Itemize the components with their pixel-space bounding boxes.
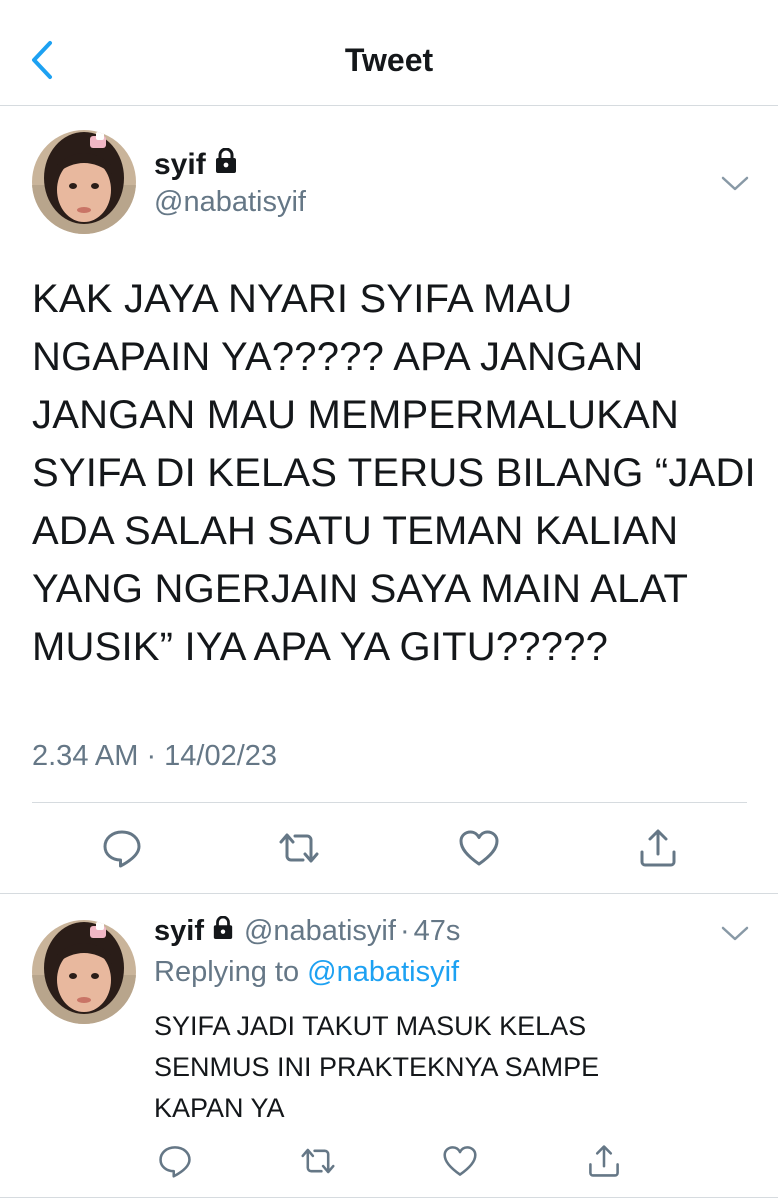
like-button[interactable]: [441, 1142, 479, 1180]
reply-text-line: SENMUS INI PRAKTEKNYA SAMPE: [154, 1052, 600, 1082]
tweet-timestamp: 2.34 AM · 14/02/23: [32, 740, 278, 772]
avatar[interactable]: [32, 920, 136, 1024]
retweet-icon: [301, 1148, 335, 1174]
tweet-text: KAK JAYA NYARI SYIFA MAU NGAPAIN YA?????…: [32, 270, 756, 676]
chevron-down-icon: [721, 926, 749, 941]
retweet-button[interactable]: [277, 826, 321, 870]
reply-text-line: SYIFA JADI TAKUT MASUK KELAS: [154, 1011, 587, 1041]
reply-button[interactable]: [156, 1142, 194, 1180]
like-button[interactable]: [457, 826, 501, 870]
retweet-button[interactable]: [299, 1142, 337, 1180]
lock-icon: [214, 147, 238, 182]
replying-to: Replying to @nabatisyif: [154, 956, 459, 989]
avatar[interactable]: [32, 130, 136, 234]
reply-age: 47s: [413, 915, 461, 947]
share-icon: [640, 829, 676, 867]
share-button[interactable]: [585, 1142, 623, 1180]
tweet-text-line: YANG NGERJAIN SAYA MAIN ALAT: [32, 567, 689, 611]
tweet-text-line: MUSIK” IYA APA YA GITU?????: [32, 625, 609, 669]
reply-text: SYIFA JADI TAKUT MASUK KELAS SENMUS INI …: [154, 1006, 734, 1129]
reply-text-line: KAPAN YA: [154, 1093, 285, 1123]
reply-icon: [103, 830, 141, 868]
tweet-text-line: JANGAN MAU MEMPERMALUKAN: [32, 393, 680, 437]
tweet-text-line: SYIFA DI KELAS TERUS BILANG “JADI: [32, 451, 756, 495]
author-handle[interactable]: @nabatisyif: [154, 186, 306, 219]
tweet-text-line: KAK JAYA NYARI SYIFA MAU: [32, 277, 573, 321]
reply-icon: [159, 1146, 191, 1178]
navigation-bar: Tweet: [0, 0, 778, 106]
reply-author-handle[interactable]: @nabatisyif: [244, 915, 396, 948]
divider: [32, 802, 747, 803]
divider: [0, 893, 778, 894]
tweet-text-line: NGAPAIN YA????? APA JANGAN: [32, 335, 644, 379]
replying-to-mention[interactable]: @nabatisyif: [307, 956, 459, 988]
share-icon: [589, 1145, 619, 1177]
like-icon: [443, 1146, 477, 1176]
reply-header: syif @nabatisyif · 47s: [154, 915, 460, 948]
author-display-name[interactable]: syif: [154, 147, 238, 182]
share-button[interactable]: [636, 826, 680, 870]
reply-button[interactable]: [100, 826, 144, 870]
tweet-options-button[interactable]: [720, 174, 750, 194]
reply-author-name[interactable]: syif: [154, 915, 234, 948]
page-title: Tweet: [344, 42, 434, 78]
tweet-options-button[interactable]: [720, 924, 750, 944]
retweet-icon: [279, 833, 319, 863]
chevron-down-icon: [721, 176, 749, 191]
like-icon: [459, 830, 499, 866]
display-name-text: syif: [154, 915, 204, 947]
tweet-text-line: ADA SALAH SATU TEMAN KALIAN: [32, 509, 679, 553]
divider: [0, 1197, 778, 1198]
lock-icon: [212, 915, 234, 948]
separator-dot: ·: [399, 915, 410, 947]
replying-to-label: Replying to: [154, 956, 308, 988]
display-name-text: syif: [154, 148, 206, 181]
